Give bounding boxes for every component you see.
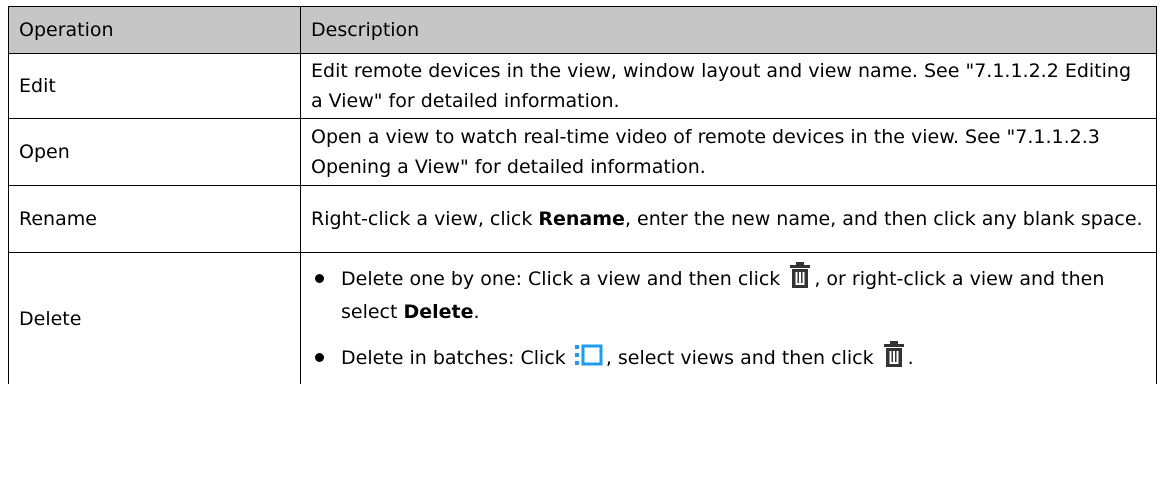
bullet-text: Delete in batches: Click [341,346,572,369]
bullet-dot [315,273,324,283]
header-row: Operation Description [8,6,1157,54]
bullet-item: Delete one by one: Click a view and then… [311,261,1146,327]
table-row: Delete Delete one by one: Click a view a… [8,252,1157,384]
table-row: Edit Edit remote devices in the view, wi… [8,53,1157,119]
description-cell: Delete one by one: Click a view and then… [300,252,1157,384]
batch-select-icon [574,343,603,376]
operation-cell: Rename [8,185,301,253]
description-cell: Edit remote devices in the view, window … [300,53,1157,119]
description-cell: Right-click a view, click Rename, enter … [300,185,1157,253]
trash-icon [789,261,811,297]
bullet-item: Delete in batches: Click , select views … [311,340,1146,376]
operations-table: Operation Description Edit Edit remote d… [8,6,1157,384]
description-cell: Open a view to watch real-time video of … [300,118,1157,186]
bullet-list: Delete one by one: Click a view and then… [311,261,1146,376]
header-operation: Operation [8,6,301,54]
operation-cell: Edit [8,53,301,119]
bullet-text: . [473,300,480,323]
table-row: Rename Right-click a view, click Rename,… [8,185,1157,253]
header-description: Description [300,6,1157,54]
operation-cell: Delete [8,252,301,384]
description-text: Right-click a view, click [311,208,539,230]
operation-cell: Open [8,118,301,186]
rename-keyword: Rename [538,208,625,230]
table-row: Open Open a view to watch real-time vide… [8,118,1157,186]
trash-icon [883,340,905,376]
bullet-text: , select views and then click [605,346,880,369]
bullet-text: Delete one by one: Click a view and then… [341,267,787,290]
delete-keyword: Delete [403,300,474,323]
description-text: , enter the new name, and then click any… [624,208,1143,230]
bullet-dot [315,352,324,362]
bullet-text: . [907,346,914,369]
